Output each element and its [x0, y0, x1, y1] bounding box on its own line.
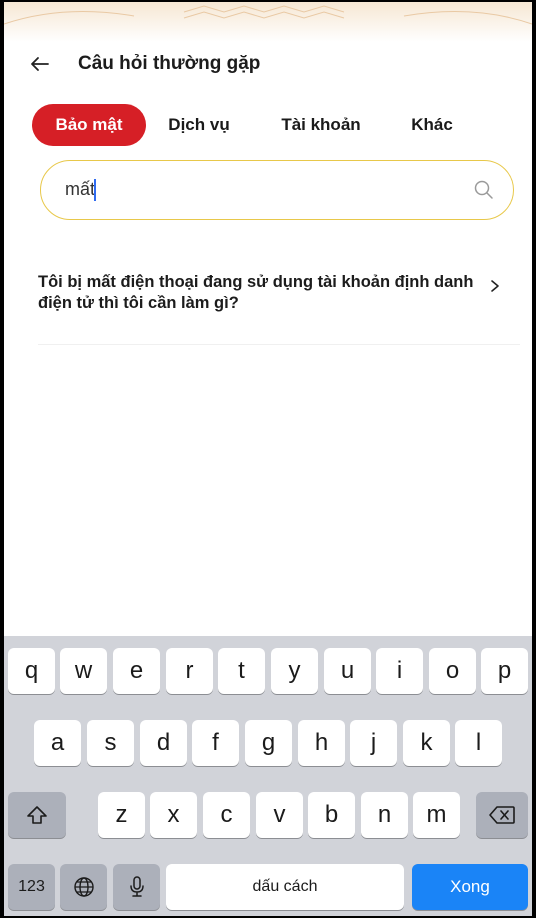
key-g[interactable]: g — [245, 720, 292, 766]
key-b[interactable]: b — [308, 792, 355, 838]
key-f[interactable]: f — [192, 720, 239, 766]
text-caret — [94, 179, 96, 201]
key-r[interactable]: r — [166, 648, 213, 694]
backspace-icon — [489, 806, 515, 824]
faq-question: Tôi bị mất điện thoại đang sử dụng tài k… — [38, 273, 474, 312]
key-n[interactable]: n — [361, 792, 408, 838]
key-m[interactable]: m — [413, 792, 460, 838]
key-w[interactable]: w — [60, 648, 107, 694]
search-icon[interactable] — [473, 179, 495, 201]
key-q[interactable]: q — [8, 648, 55, 694]
key-i[interactable]: i — [376, 648, 423, 694]
key-v[interactable]: v — [256, 792, 303, 838]
tab-tai-khoan[interactable]: Tài khoản — [266, 104, 376, 146]
key-y[interactable]: y — [271, 648, 318, 694]
space-key[interactable]: dấu cách — [166, 864, 404, 910]
key-j[interactable]: j — [350, 720, 397, 766]
app-screen: Câu hỏi thường gặp Bảo mật Dịch vụ Tài k… — [4, 2, 532, 916]
key-h[interactable]: h — [298, 720, 345, 766]
arrow-left-icon[interactable] — [26, 50, 54, 78]
page-title: Câu hỏi thường gặp — [78, 53, 261, 74]
header: Câu hỏi thường gặp — [4, 42, 532, 86]
key-o[interactable]: o — [429, 648, 476, 694]
key-t[interactable]: t — [218, 648, 265, 694]
numbers-key[interactable]: 123 — [8, 864, 55, 910]
faq-result-item[interactable]: Tôi bị mất điện thoại đang sử dụng tài k… — [38, 270, 520, 342]
done-key[interactable]: Xong — [412, 864, 528, 910]
chevron-right-icon — [491, 280, 499, 292]
key-p[interactable]: p — [481, 648, 528, 694]
tab-khac[interactable]: Khác — [396, 104, 468, 146]
globe-key[interactable] — [60, 864, 107, 910]
key-s[interactable]: s — [87, 720, 134, 766]
search-input[interactable] — [65, 161, 455, 218]
tab-dich-vu[interactable]: Dịch vụ — [156, 104, 242, 146]
category-tabs: Bảo mật Dịch vụ Tài khoản Khác — [4, 104, 532, 148]
key-c[interactable]: c — [203, 792, 250, 838]
microphone-key[interactable] — [113, 864, 160, 910]
microphone-icon — [129, 876, 144, 897]
key-e[interactable]: e — [113, 648, 160, 694]
globe-icon — [73, 877, 94, 897]
divider — [38, 344, 520, 345]
key-l[interactable]: l — [455, 720, 502, 766]
backspace-key[interactable] — [476, 792, 528, 838]
keyboard: q w e r t y u i o p a s d f g h j k l z … — [4, 636, 532, 916]
key-a[interactable]: a — [34, 720, 81, 766]
key-x[interactable]: x — [150, 792, 197, 838]
key-z[interactable]: z — [98, 792, 145, 838]
key-k[interactable]: k — [403, 720, 450, 766]
shift-key[interactable] — [8, 792, 66, 838]
header-pattern — [4, 2, 532, 42]
tab-bao-mat[interactable]: Bảo mật — [32, 104, 146, 146]
shift-icon — [27, 806, 47, 824]
key-d[interactable]: d — [140, 720, 187, 766]
search-box — [40, 160, 514, 220]
key-u[interactable]: u — [324, 648, 371, 694]
